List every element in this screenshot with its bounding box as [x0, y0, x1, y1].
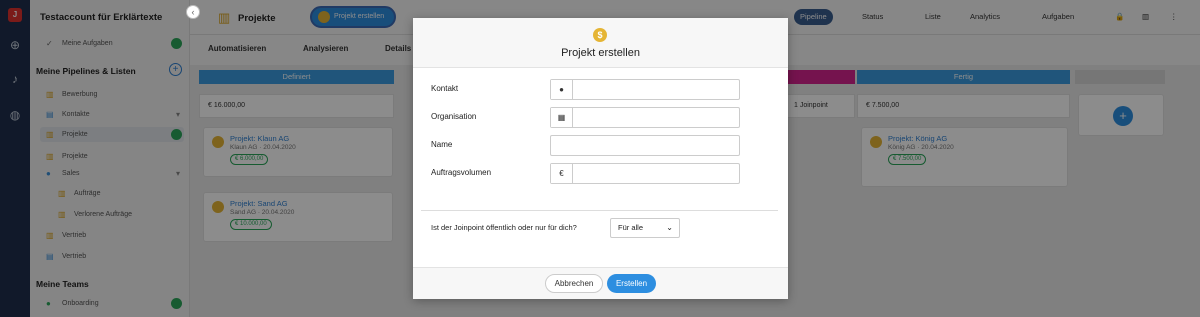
contact-field: ● — [550, 79, 740, 100]
volume-field: € — [550, 163, 740, 184]
contact-label: Kontakt — [431, 84, 459, 93]
chevron-down-icon: ⌄ — [666, 223, 673, 232]
organisation-input[interactable] — [574, 108, 739, 127]
dialog-title: Projekt erstellen — [561, 47, 640, 59]
name-label: Name — [431, 140, 453, 149]
visibility-label: Ist der Joinpoint öffentlich oder nur fü… — [431, 223, 577, 232]
name-input[interactable] — [551, 136, 739, 155]
organisation-field: ▦ — [550, 107, 740, 128]
select-value: Für alle — [618, 223, 644, 232]
collapse-sidebar-button[interactable]: ‹ — [186, 5, 200, 19]
create-button[interactable]: Erstellen — [607, 274, 656, 293]
euro-icon: € — [551, 164, 573, 183]
volume-label: Auftragsvolumen — [431, 168, 492, 177]
dialog-footer: Abbrechen Erstellen — [413, 267, 788, 299]
person-icon: ● — [551, 80, 573, 99]
cancel-button[interactable]: Abbrechen — [545, 274, 603, 293]
volume-input[interactable] — [574, 164, 739, 183]
create-project-dialog: $ Projekt erstellen Kontakt ● Organisati… — [413, 18, 788, 299]
divider — [421, 210, 778, 211]
building-icon: ▦ — [551, 108, 573, 127]
visibility-select[interactable]: Für alle ⌄ — [610, 218, 680, 238]
organisation-label: Organisation — [431, 112, 477, 121]
dialog-header: $ Projekt erstellen — [413, 18, 788, 68]
contact-input[interactable] — [574, 80, 739, 99]
name-field — [550, 135, 740, 156]
project-icon: $ — [593, 28, 607, 42]
